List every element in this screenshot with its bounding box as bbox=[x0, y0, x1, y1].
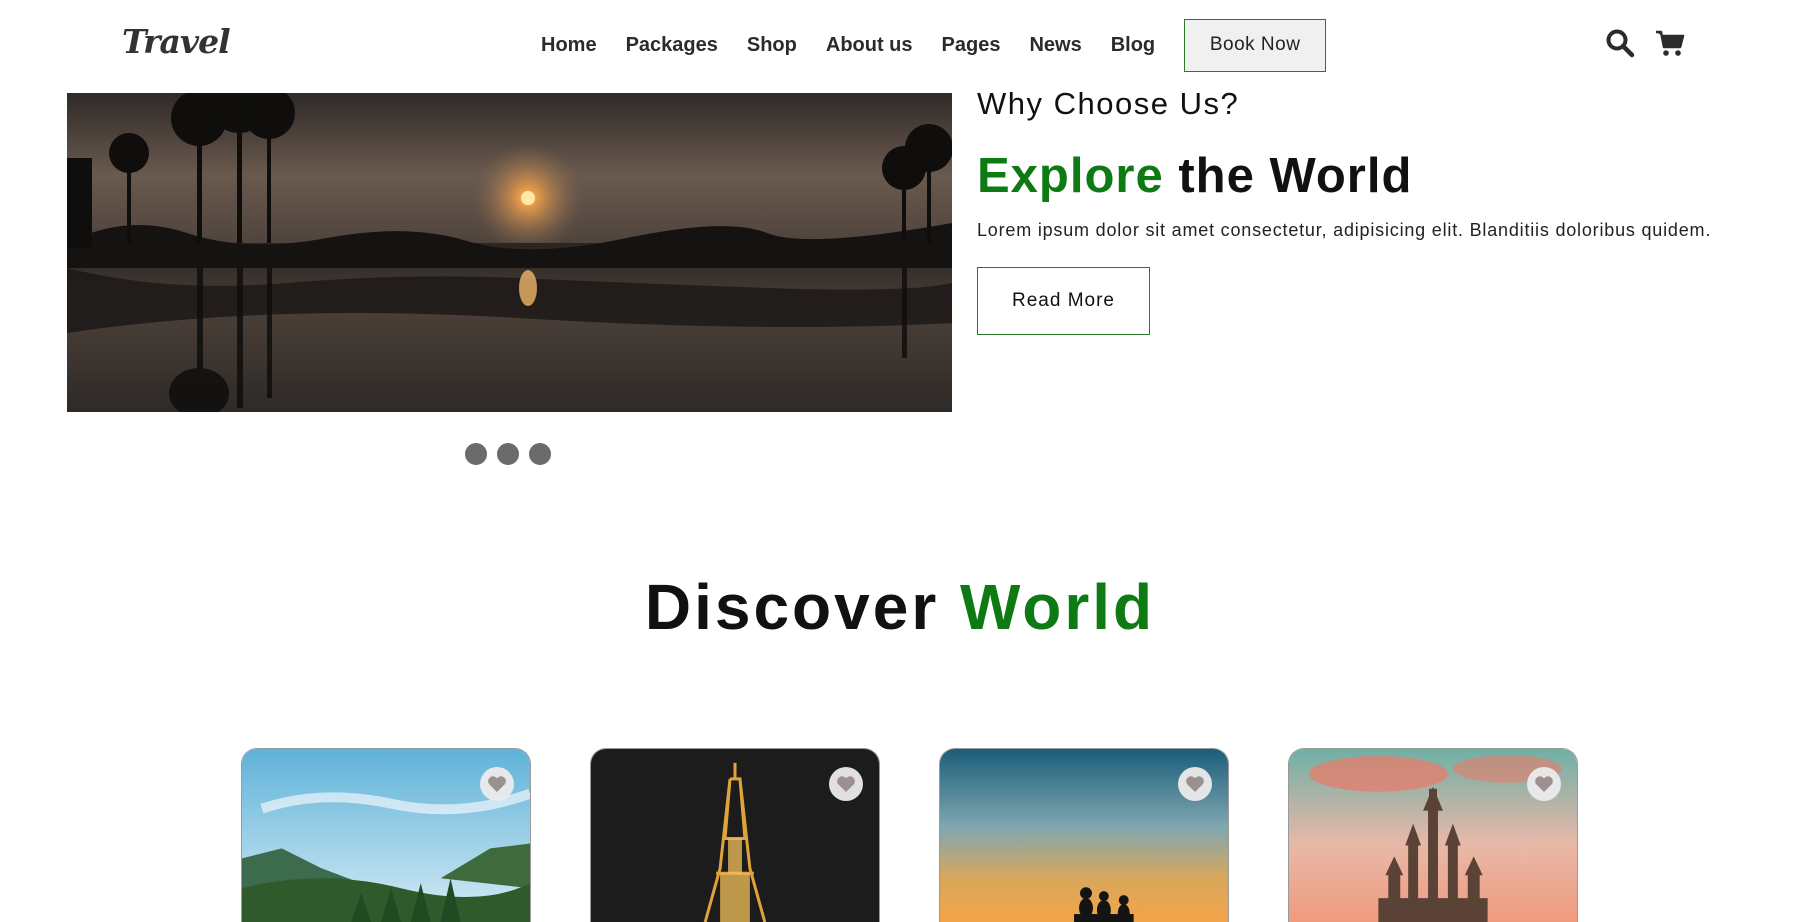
hero-title-accent: Explore bbox=[977, 149, 1164, 203]
slider-dots bbox=[465, 443, 561, 465]
hero-title-rest: the World bbox=[1178, 149, 1413, 203]
nav-packages[interactable]: Packages bbox=[626, 34, 718, 57]
read-more-button[interactable]: Read More bbox=[977, 267, 1150, 335]
nav-about-us[interactable]: About us bbox=[826, 34, 913, 57]
logo[interactable]: Travel bbox=[122, 22, 231, 61]
heart-icon bbox=[488, 776, 506, 792]
hero-slide-image bbox=[67, 93, 952, 412]
hero-subtitle: Why Choose Us? bbox=[977, 86, 1240, 121]
hero-title: Explore the World bbox=[977, 148, 1412, 204]
destination-card[interactable] bbox=[241, 748, 531, 922]
destination-card[interactable] bbox=[939, 748, 1229, 922]
nav-news[interactable]: News bbox=[1029, 34, 1081, 57]
slider-dot-1[interactable] bbox=[465, 443, 487, 465]
favorite-button[interactable] bbox=[1178, 767, 1212, 801]
favorite-button[interactable] bbox=[480, 767, 514, 801]
slider-dot-2[interactable] bbox=[497, 443, 519, 465]
slider-dot-3[interactable] bbox=[529, 443, 551, 465]
search-icon[interactable] bbox=[1605, 28, 1635, 58]
nav-home[interactable]: Home bbox=[541, 34, 597, 57]
nav-blog[interactable]: Blog bbox=[1111, 34, 1155, 57]
site-header: Travel Home Packages Shop About us Pages… bbox=[0, 0, 1800, 93]
destination-card[interactable] bbox=[1288, 748, 1578, 922]
main-nav: Home Packages Shop About us Pages News B… bbox=[541, 18, 1327, 72]
hero-description: Lorem ipsum dolor sit amet consectetur, … bbox=[977, 220, 1712, 240]
heart-icon bbox=[837, 776, 855, 792]
book-now-button[interactable]: Book Now bbox=[1184, 18, 1327, 72]
favorite-button[interactable] bbox=[1527, 767, 1561, 801]
header-actions bbox=[1605, 28, 1705, 58]
heart-icon bbox=[1186, 776, 1204, 792]
cart-icon[interactable] bbox=[1655, 28, 1685, 58]
heart-icon bbox=[1535, 776, 1553, 792]
discover-title-accent: World bbox=[960, 571, 1156, 643]
destination-card[interactable] bbox=[590, 748, 880, 922]
nav-pages[interactable]: Pages bbox=[942, 34, 1001, 57]
discover-title-main: Discover bbox=[644, 571, 940, 643]
favorite-button[interactable] bbox=[829, 767, 863, 801]
discover-heading: Discover World bbox=[0, 570, 1800, 644]
nav-shop[interactable]: Shop bbox=[747, 34, 797, 57]
